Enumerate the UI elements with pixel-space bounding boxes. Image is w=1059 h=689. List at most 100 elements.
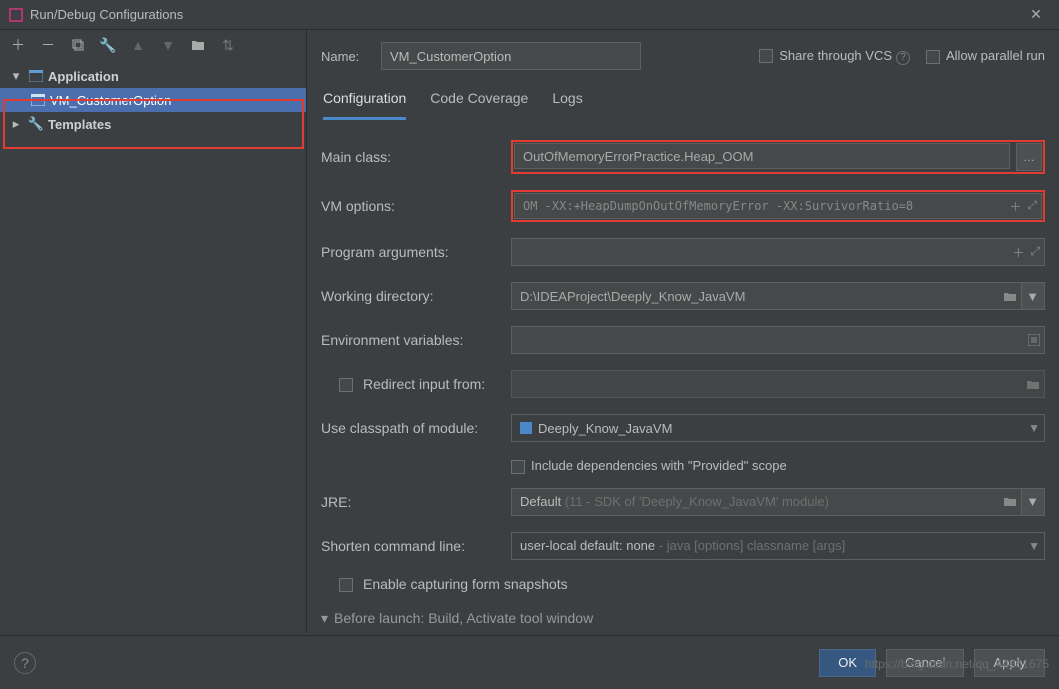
highlight-box-vm-options: OM -XX:+HeapDumpOnOutOfMemoryError -XX:S… [511,190,1045,222]
main-class-label: Main class: [321,149,511,165]
help-icon[interactable]: ? [14,652,36,674]
workdir-label: Working directory: [321,288,511,304]
cancel-button[interactable]: Cancel [886,649,964,677]
collapse-toggle-icon: ▾ [321,610,328,627]
down-icon[interactable]: ▼ [160,37,176,53]
title-bar: Run/Debug Configurations ✕ [0,0,1059,30]
up-icon[interactable]: ▲ [130,37,146,53]
dropdown-arrow-icon[interactable]: ▼ [1021,282,1045,310]
jre-row: JRE: Default (11 - SDK of 'Deeply_Know_J… [321,488,1045,516]
app-icon [8,7,24,23]
classpath-select[interactable]: Deeply_Know_JavaVM ▼ [511,414,1045,442]
program-args-label: Program arguments: [321,244,511,260]
vm-options-label: VM options: [321,198,511,214]
footer-buttons: OK Cancel Apply [819,649,1045,677]
env-row: Environment variables: [321,326,1045,354]
tab-configuration[interactable]: Configuration [323,90,406,120]
browse-button[interactable]: … [1016,143,1042,171]
highlight-box-main-class: OutOfMemoryErrorPractice.Heap_OOM … [511,140,1045,174]
classpath-label: Use classpath of module: [321,420,511,436]
name-input[interactable] [381,42,641,70]
main-class-row: Main class: OutOfMemoryErrorPractice.Hea… [321,140,1045,174]
checkbox-icon [926,50,940,64]
name-row: Name: Share through VCS? Allow parallel … [321,40,1045,72]
help-icon[interactable]: ? [896,51,910,65]
shorten-label: Shorten command line: [321,538,511,554]
close-icon[interactable]: ✕ [1021,6,1051,23]
workdir-row: Working directory: D:\IDEAProject\Deeply… [321,282,1045,310]
tree-label: Templates [48,117,111,132]
redirect-label: Redirect input from: [321,376,511,392]
tabs: Configuration Code Coverage Logs [321,90,1045,120]
header-right-checks: Share through VCS? Allow parallel run [759,48,1045,65]
env-label: Environment variables: [321,332,511,348]
include-provided-checkbox[interactable]: Include dependencies with "Provided" sco… [511,458,787,474]
jre-field[interactable]: Default (11 - SDK of 'Deeply_Know_JavaVM… [511,488,1022,516]
chevron-right-icon: ▸ [8,116,24,132]
program-args-row: Program arguments: ＋ ⤢ [321,238,1045,266]
before-launch-header[interactable]: ▾ Before launch: Build, Activate tool wi… [321,610,1045,627]
folder-icon[interactable] [1026,379,1040,390]
tree-node-templates[interactable]: ▸ 🔧 Templates [0,112,306,136]
vm-options-field[interactable]: OM -XX:+HeapDumpOnOutOfMemoryError -XX:S… [514,193,1042,219]
chevron-down-icon: ▾ [8,68,24,84]
ok-button[interactable]: OK [819,649,876,677]
remove-icon[interactable]: － [40,37,56,53]
shorten-select[interactable]: user-local default: none - java [options… [511,532,1045,560]
enable-snapshots-row: Enable capturing form snapshots [321,576,1045,592]
tree-label: VM_CustomerOption [50,93,171,108]
folder-icon[interactable] [190,37,206,53]
env-field[interactable] [511,326,1045,354]
list-edit-icon[interactable] [1028,334,1040,346]
include-provided-row: Include dependencies with "Provided" sco… [321,458,1045,474]
sort-icon[interactable]: ⇅ [220,37,236,53]
classpath-row: Use classpath of module: Deeply_Know_Jav… [321,414,1045,442]
dropdown-arrow-icon: ▼ [1028,421,1040,435]
main-panel: Name: Share through VCS? Allow parallel … [307,30,1059,633]
checkbox-icon[interactable] [339,378,353,392]
allow-parallel-checkbox[interactable]: Allow parallel run [926,48,1045,64]
insert-macro-icon[interactable]: ＋ [1009,198,1021,215]
folder-icon[interactable] [1003,291,1017,302]
field-action-icons: ＋ ⤢ [1009,198,1037,215]
name-label: Name: [321,49,371,64]
expand-icon[interactable]: ⤢ [1030,244,1040,261]
jre-label: JRE: [321,494,511,510]
dialog-body: ＋ － 🔧 ▲ ▼ ⇅ ▾ Application VM_CustomerOpt… [0,30,1059,633]
dropdown-arrow-icon: ▼ [1028,539,1040,553]
field-action-icons: ＋ ⤢ [1012,244,1040,261]
insert-macro-icon[interactable]: ＋ [1012,244,1024,261]
application-icon [28,68,44,84]
config-tree: ▾ Application VM_CustomerOption ▸ 🔧 Temp… [0,60,306,633]
shorten-row: Shorten command line: user-local default… [321,532,1045,560]
config-form: Main class: OutOfMemoryErrorPractice.Hea… [321,140,1045,627]
wrench-icon[interactable]: 🔧 [100,37,116,53]
main-class-field[interactable]: OutOfMemoryErrorPractice.Heap_OOM [514,143,1010,169]
window-title: Run/Debug Configurations [30,7,1021,22]
copy-icon[interactable] [70,37,86,53]
tab-logs[interactable]: Logs [552,90,582,120]
dialog-footer: ? OK Cancel Apply https://blog.csdn.net/… [0,635,1059,689]
enable-snapshots-checkbox[interactable]: Enable capturing form snapshots [321,576,568,592]
folder-icon[interactable] [1003,496,1017,507]
workdir-field[interactable]: D:\IDEAProject\Deeply_Know_JavaVM [511,282,1022,310]
share-vcs-checkbox[interactable]: Share through VCS? [759,48,910,65]
module-icon [520,422,532,434]
wrench-icon: 🔧 [28,116,44,132]
apply-button[interactable]: Apply [974,649,1045,677]
checkbox-icon [339,578,353,592]
expand-icon[interactable]: ⤢ [1027,198,1037,215]
sidebar: ＋ － 🔧 ▲ ▼ ⇅ ▾ Application VM_CustomerOpt… [0,30,307,633]
redirect-row: Redirect input from: [321,370,1045,398]
sidebar-toolbar: ＋ － 🔧 ▲ ▼ ⇅ [0,30,306,60]
redirect-field[interactable] [511,370,1045,398]
tab-code-coverage[interactable]: Code Coverage [430,90,528,120]
checkbox-icon [759,49,773,63]
dropdown-arrow-icon[interactable]: ▼ [1021,488,1045,516]
tree-node-application[interactable]: ▾ Application [0,64,306,88]
tree-node-vm-customer-option[interactable]: VM_CustomerOption [0,88,306,112]
tree-label: Application [48,69,119,84]
application-icon [30,92,46,108]
program-args-field[interactable]: ＋ ⤢ [511,238,1045,266]
add-icon[interactable]: ＋ [10,37,26,53]
